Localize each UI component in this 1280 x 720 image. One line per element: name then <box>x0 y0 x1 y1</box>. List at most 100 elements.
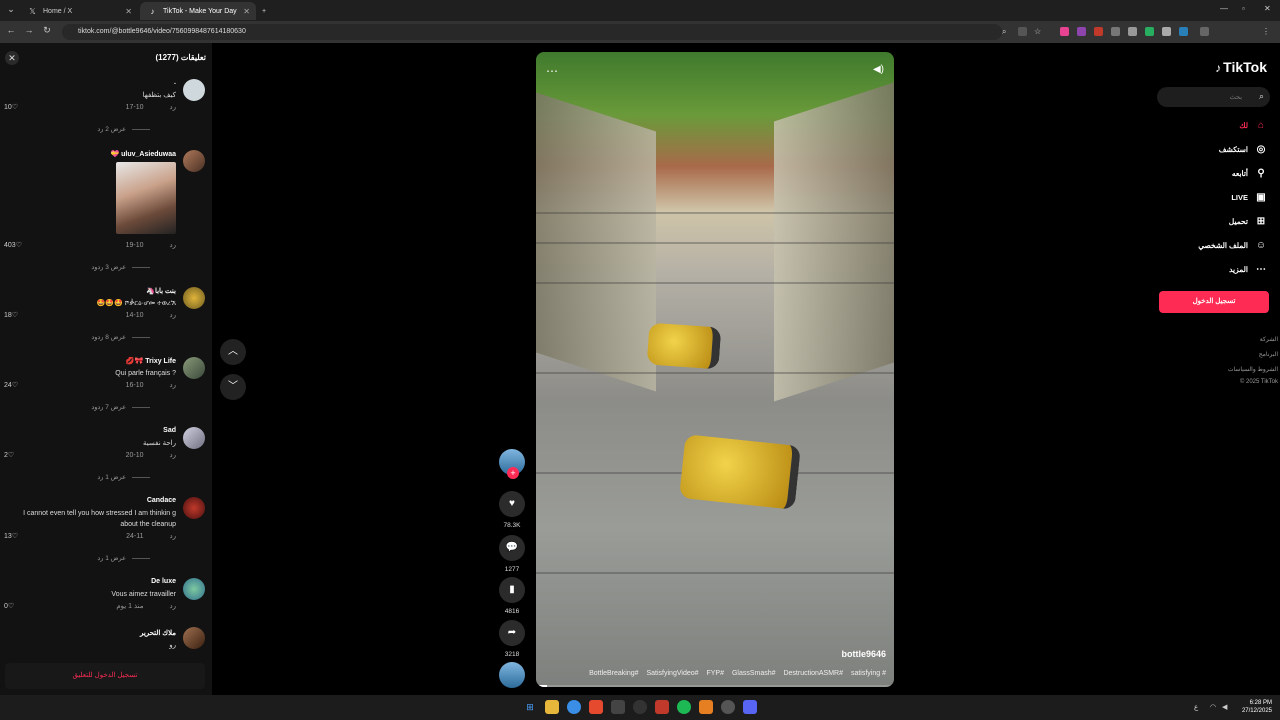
video-player[interactable]: ⋯ ◀) bottle9646 BottleBreaking# Satisfyi… <box>536 52 894 687</box>
avatar[interactable] <box>183 357 205 379</box>
view-replies-link[interactable]: عرض 8 ردود <box>91 333 150 341</box>
creator-avatar-button[interactable]: + <box>498 449 526 479</box>
nav-more[interactable]: المزيد ⋯ <box>1229 264 1268 278</box>
extension-icon[interactable] <box>1094 27 1103 36</box>
hashtag[interactable]: FYP# <box>706 670 724 677</box>
previous-video-button[interactable]: ︿ <box>220 339 246 365</box>
app-icon[interactable] <box>655 700 669 714</box>
close-tab-icon[interactable]: ✕ <box>243 7 250 16</box>
comment-reply-link[interactable]: رد <box>170 452 177 459</box>
comment-reply-link[interactable]: رد <box>170 104 177 111</box>
chrome-icon[interactable] <box>567 700 581 714</box>
comment-likes[interactable]: 18♡ <box>4 311 18 319</box>
music-disc-button[interactable] <box>498 662 526 688</box>
back-icon[interactable]: ← <box>4 25 18 35</box>
app-icon[interactable] <box>633 700 647 714</box>
extension-icon[interactable] <box>1162 27 1171 36</box>
save-button[interactable]: ▮ 4816 <box>498 577 526 615</box>
file-explorer-icon[interactable] <box>545 700 559 714</box>
comment-author[interactable]: Trixy Life 🎀💋 <box>126 357 176 365</box>
nav-upload[interactable]: تحميل ⊞ <box>1229 216 1268 230</box>
nav-profile[interactable]: الملف الشخصي ☺ <box>1198 240 1268 254</box>
wifi-icon[interactable]: ◠ <box>1210 703 1216 711</box>
extension-icon[interactable] <box>1145 27 1154 36</box>
tab-list-button[interactable]: ⌄ <box>4 4 18 15</box>
app-icon[interactable] <box>699 700 713 714</box>
cast-icon[interactable] <box>1018 27 1027 36</box>
app-icon[interactable] <box>611 700 625 714</box>
comment-author[interactable]: Candace <box>147 497 176 504</box>
tab-x[interactable]: 𝕏 Home / X ✕ <box>20 2 138 20</box>
login-to-comment-button[interactable]: تسجيل الدخول للتعليق <box>5 663 205 689</box>
extension-icon[interactable] <box>1111 27 1120 36</box>
search-input[interactable]: بحث ⌕ <box>1157 87 1270 107</box>
new-tab-button[interactable]: + <box>258 2 274 20</box>
tiktok-logo[interactable]: ♪ TikTok <box>1215 59 1267 75</box>
comment-likes[interactable]: 0♡ <box>4 602 14 610</box>
volume-icon[interactable]: ◀ <box>1222 703 1227 711</box>
nav-live[interactable]: LIVE ▣ <box>1231 192 1268 206</box>
comment-reply-link[interactable]: رد <box>170 312 177 319</box>
avatar[interactable] <box>183 79 205 101</box>
comment-reply-link[interactable]: رد <box>170 242 177 249</box>
comment-author[interactable]: بنت بابا🦄 <box>146 287 176 295</box>
comment-likes[interactable]: 403♡ <box>4 241 22 249</box>
comment-likes[interactable]: 13♡ <box>4 532 18 540</box>
language-indicator[interactable]: ع <box>1194 703 1198 711</box>
comment-button[interactable]: 💬 1277 <box>498 535 526 573</box>
nav-explore[interactable]: استكشف ◎ <box>1219 144 1268 158</box>
avatar[interactable] <box>183 497 205 519</box>
comment-reply-link[interactable]: رد <box>170 382 177 389</box>
share-arrow-icon[interactable]: ➦ <box>499 620 525 646</box>
avatar[interactable] <box>183 578 205 600</box>
next-video-button[interactable]: ﹀ <box>220 374 246 400</box>
nav-for-you[interactable]: لك ⌂ <box>1239 120 1268 134</box>
bookmark-icon[interactable]: ▮ <box>499 577 525 603</box>
comment-author[interactable]: ملاك التحرير <box>140 629 176 637</box>
extension-icon[interactable] <box>1179 27 1188 36</box>
avatar[interactable] <box>183 427 205 449</box>
avatar[interactable] <box>183 627 205 649</box>
menu-kebab-icon[interactable]: ⋮ <box>1262 27 1271 36</box>
video-progress-bar[interactable] <box>536 685 894 687</box>
volume-icon[interactable]: ◀) <box>873 64 884 75</box>
comment-likes[interactable]: 24♡ <box>4 381 18 389</box>
bookmark-star-icon[interactable]: ☆ <box>1034 27 1043 36</box>
spotify-icon[interactable] <box>677 700 691 714</box>
comment-bubble-icon[interactable]: 💬 <box>499 535 525 561</box>
heart-icon[interactable]: ♥ <box>499 491 525 517</box>
zoom-icon[interactable]: ⌕ <box>1002 27 1011 36</box>
search-icon[interactable]: ⌕ <box>1259 91 1264 102</box>
avatar[interactable] <box>183 287 205 309</box>
login-button[interactable]: تسجيل الدخول <box>1159 291 1269 313</box>
comment-author[interactable]: . <box>174 79 176 86</box>
like-button[interactable]: ♥ 78.3K <box>498 491 526 529</box>
extension-icon[interactable] <box>1128 27 1137 36</box>
discord-icon[interactable] <box>743 700 757 714</box>
hashtag[interactable]: DestructionASMR# <box>783 670 843 677</box>
comment-reply-link[interactable]: رد <box>170 603 177 610</box>
footer-link-program[interactable]: البرنامج <box>1259 351 1278 358</box>
comment-author[interactable]: uluv_Asieduwaa 💝 <box>110 150 176 158</box>
windows-start-icon[interactable]: ⊞ <box>523 700 537 714</box>
view-replies-link[interactable]: عرض 7 ردود <box>91 403 150 411</box>
view-replies-link[interactable]: عرض 1 رد <box>97 554 150 562</box>
video-username[interactable]: bottle9646 <box>841 649 886 659</box>
comment-reply-link[interactable]: رد <box>170 533 177 540</box>
comment-author[interactable]: De luxe <box>151 578 176 585</box>
hashtag[interactable]: SatisfyingVideo# <box>647 670 699 677</box>
minimize-icon[interactable]: — <box>1220 4 1228 13</box>
extension-icon[interactable] <box>1060 27 1069 36</box>
more-options-icon[interactable]: ⋯ <box>546 64 558 78</box>
follow-plus-icon[interactable]: + <box>507 467 519 479</box>
reload-icon[interactable]: ↻ <box>40 25 54 36</box>
nav-following[interactable]: أتابعه ⚲ <box>1232 168 1268 182</box>
close-tab-icon[interactable]: ✕ <box>125 7 132 16</box>
hashtag[interactable]: satisfying # <box>851 670 886 677</box>
avatar[interactable]: + <box>499 449 525 479</box>
extensions-puzzle-icon[interactable] <box>1200 27 1209 36</box>
comment-likes[interactable]: 2♡ <box>4 451 14 459</box>
hashtag[interactable]: BottleBreaking# <box>589 670 638 677</box>
footer-link-terms[interactable]: الشروط والسياسات <box>1228 366 1278 373</box>
tab-tiktok[interactable]: ♪ TikTok - Make Your Day ✕ <box>140 2 256 20</box>
